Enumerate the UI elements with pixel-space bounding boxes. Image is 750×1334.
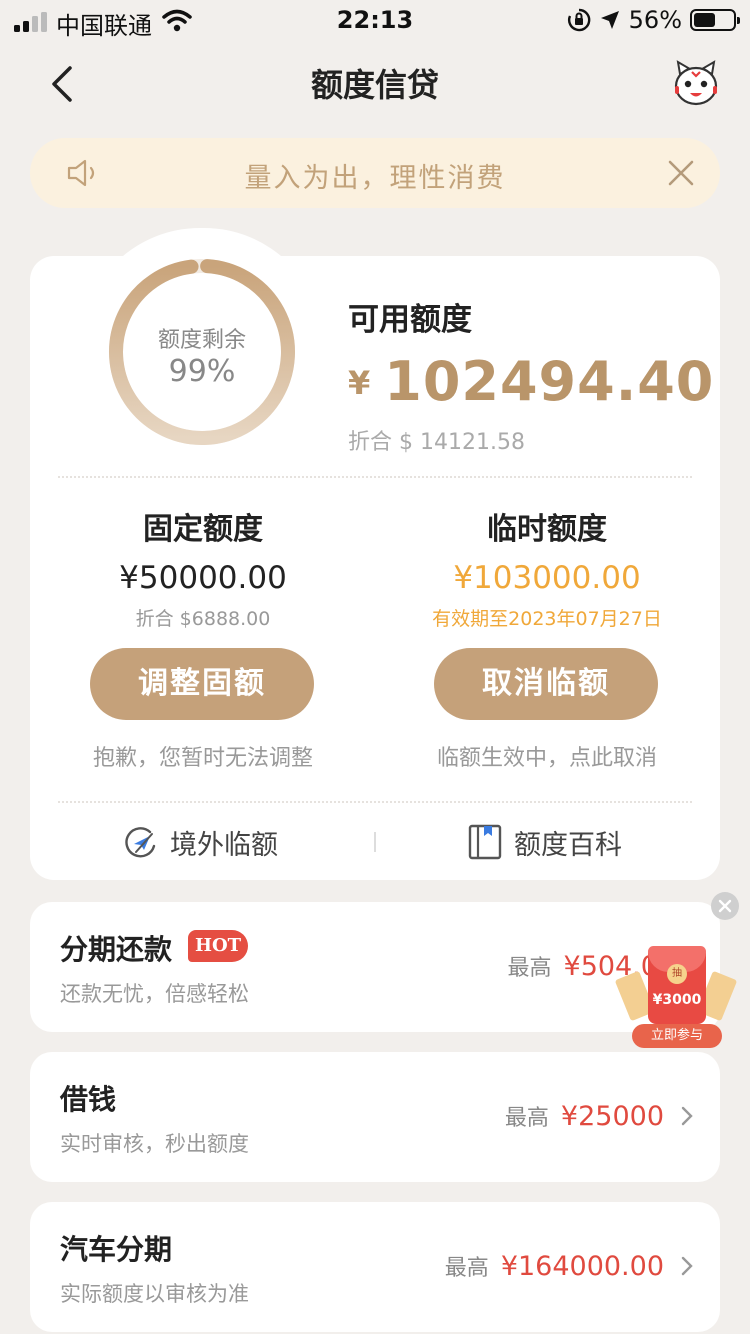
max-label: 最高	[504, 1106, 549, 1131]
available-usd: 折合 $ 14121.58	[348, 430, 525, 455]
status-right: 56%	[567, 6, 740, 34]
available-amount-value: 102494.40	[384, 350, 715, 413]
quota-ring: 额度剩余 99%	[106, 256, 298, 448]
join-now-button[interactable]: 立即参与	[632, 1024, 722, 1048]
service-title: 汽车分期	[60, 1233, 173, 1266]
max-value: ¥25000	[560, 1100, 664, 1132]
available-label: 可用额度	[348, 302, 472, 338]
borrow-card[interactable]: 借钱 实时审核，秒出额度 最高 ¥25000	[30, 1052, 720, 1182]
fixed-note: 抱歉，您暂时无法调整	[92, 746, 313, 771]
packet-coin: 抽	[667, 964, 687, 984]
battery-percent: 56%	[628, 6, 682, 34]
red-packet-promo[interactable]: 抽 ¥3000 立即参与	[614, 940, 738, 1050]
page-title: 额度信贷	[310, 66, 439, 104]
red-packet-icon: 抽	[648, 946, 706, 1024]
service-subtitle: 实时审核，秒出额度	[60, 1132, 249, 1156]
cancel-temp-button[interactable]: 取消临额	[434, 648, 658, 720]
divider	[58, 476, 692, 478]
service-subtitle: 还款无忧，倍感轻松	[60, 982, 249, 1006]
status-bar: 中国联通 22:13 56%	[0, 0, 750, 44]
service-title: 分期还款	[60, 933, 173, 966]
close-icon[interactable]	[666, 158, 696, 188]
fixed-amount: ¥50000.00	[119, 560, 287, 596]
chevron-right-icon	[681, 1106, 693, 1126]
mascot-icon[interactable]	[672, 60, 720, 108]
quota-wiki-label: 额度百科	[514, 829, 622, 861]
fixed-usd: 折合 $6888.00	[135, 608, 271, 630]
overseas-quota-link[interactable]: 境外临额	[122, 820, 278, 864]
hot-badge: HOT	[188, 930, 248, 962]
ring-label: 额度剩余	[157, 328, 246, 353]
currency-symbol: ¥	[348, 364, 371, 402]
plane-circle-icon	[125, 827, 156, 858]
max-label: 最高	[507, 956, 552, 981]
overseas-quota-label: 境外临额	[170, 829, 278, 861]
car-installment-card[interactable]: 汽车分期 实际额度以审核为准 最高 ¥164000.00	[30, 1202, 720, 1332]
divider	[58, 801, 692, 803]
close-icon	[718, 899, 732, 913]
service-subtitle: 实际额度以审核为准	[60, 1282, 249, 1306]
ring-percent: 99%	[168, 354, 236, 389]
service-max: 最高 ¥164000.00	[445, 1250, 694, 1282]
adjust-fixed-button[interactable]: 调整固额	[90, 648, 314, 720]
max-label: 最高	[444, 1256, 489, 1281]
location-arrow-icon	[600, 11, 619, 29]
book-icon	[468, 824, 502, 860]
link-separator	[374, 832, 376, 852]
fixed-title: 固定额度	[143, 512, 263, 547]
temp-expiry: 有效期至2023年07月27日	[432, 608, 662, 630]
nav-bar: 额度信贷	[0, 44, 750, 124]
service-title: 借钱	[60, 1083, 117, 1116]
quota-wiki-link[interactable]: 额度百科	[468, 820, 622, 864]
available-amount: ¥102494.40	[348, 350, 714, 413]
service-max: 最高 ¥25000	[505, 1100, 694, 1132]
battery-icon	[690, 9, 740, 31]
max-value: ¥164000.00	[500, 1250, 664, 1282]
notice-banner: 量入为出，理性消费	[30, 138, 720, 208]
promo-close-button[interactable]	[711, 892, 739, 920]
rotation-lock-icon	[567, 8, 591, 32]
chevron-right-icon	[681, 1256, 693, 1276]
temp-amount: ¥103000.00	[453, 560, 641, 596]
promo-amount: ¥3000	[652, 992, 702, 1008]
notice-text: 量入为出，理性消费	[244, 163, 506, 194]
temp-title: 临时额度	[487, 512, 607, 547]
temp-note[interactable]: 临额生效中，点此取消	[402, 740, 692, 772]
